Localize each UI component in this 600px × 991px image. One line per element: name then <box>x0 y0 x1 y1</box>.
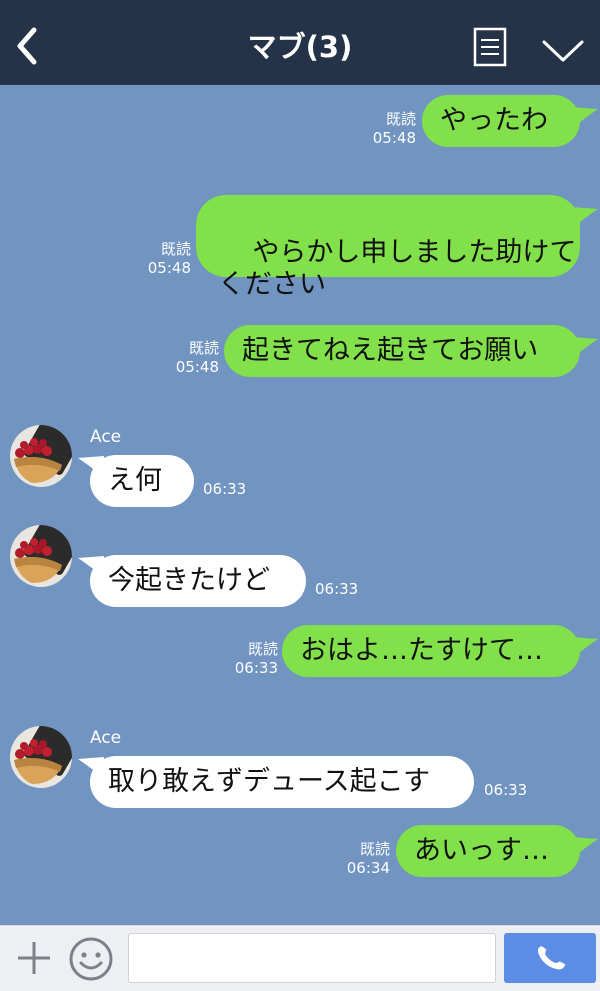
avatar-image <box>10 425 72 487</box>
message-time: 05:48 <box>147 259 191 277</box>
message-time: 05:48 <box>175 358 219 376</box>
message-bubble[interactable]: やらかし申しました助けて ください <box>196 195 580 300</box>
message-time: 06:33 <box>484 781 528 799</box>
avatar[interactable] <box>10 525 72 587</box>
avatar-image <box>10 726 72 788</box>
message-text: やったわ <box>440 105 548 136</box>
chat-area[interactable]: 既読 05:48 やったわ 既読 05:48 やらかし申しました助けて ください… <box>0 85 600 925</box>
message-time: 06:33 <box>315 580 359 598</box>
bubble-tail <box>572 837 598 857</box>
message-input[interactable] <box>128 933 496 983</box>
message-text: おはよ…たすけて… <box>300 635 543 666</box>
message-bubble[interactable]: あいっす… <box>396 825 580 877</box>
bubble-tail <box>572 207 598 227</box>
read-receipt: 既読 <box>247 640 278 658</box>
message-meta: 既読 06:34 <box>334 840 390 878</box>
message-text: あいっす… <box>414 835 549 866</box>
message-bubble[interactable]: 今起きたけど <box>90 555 306 607</box>
message-bubble[interactable]: え何 <box>90 455 194 507</box>
emoji-button[interactable] <box>68 936 114 982</box>
message-text: 起きてねえ起きてお願い <box>242 335 539 366</box>
plus-icon <box>18 942 50 974</box>
message-bubble[interactable]: 取り敢えずデュース起こす <box>90 756 474 808</box>
message-bubble[interactable]: 起きてねえ起きてお願い <box>224 325 580 377</box>
message-text: え何 <box>108 465 162 496</box>
read-receipt: 既読 <box>160 240 191 258</box>
bubble-tail <box>572 107 598 127</box>
message-meta: 既読 06:33 <box>222 640 278 678</box>
chat-header: マブ(3) <box>0 0 600 85</box>
read-receipt: 既読 <box>385 110 416 128</box>
message-time: 06:33 <box>234 659 278 677</box>
read-receipt: 既読 <box>359 840 390 858</box>
smiley-icon <box>69 937 113 981</box>
bubble-tail <box>572 337 598 357</box>
message-input-bar <box>0 925 600 991</box>
message-time: 06:33 <box>203 480 247 498</box>
message-text: 今起きたけど <box>108 565 270 596</box>
chat-title: マブ(3) <box>247 30 353 64</box>
message-bubble[interactable]: やったわ <box>422 95 580 147</box>
call-button[interactable] <box>504 933 596 983</box>
message-text: 取り敢えずデュース起こす <box>108 766 431 797</box>
message-meta: 既読 05:48 <box>135 240 191 278</box>
message-meta: 既読 05:48 <box>163 339 219 377</box>
message-text: やらかし申しました助けて ください <box>218 237 577 300</box>
read-receipt: 既読 <box>188 339 219 357</box>
sender-name: Ace <box>90 728 122 748</box>
sender-name: Ace <box>90 427 122 447</box>
message-bubble[interactable]: おはよ…たすけて… <box>282 625 580 677</box>
notes-button[interactable] <box>472 27 508 67</box>
phone-icon <box>538 946 566 970</box>
bubble-tail <box>572 637 598 657</box>
avatar[interactable] <box>10 425 72 487</box>
add-attachment-button[interactable] <box>14 938 54 978</box>
menu-toggle-button[interactable] <box>540 32 586 68</box>
message-time: 06:34 <box>346 859 390 877</box>
avatar-image <box>10 525 72 587</box>
avatar[interactable] <box>10 726 72 788</box>
notes-icon <box>473 27 507 67</box>
message-time: 05:48 <box>372 129 416 147</box>
chevron-down-icon <box>542 40 584 62</box>
message-meta: 既読 05:48 <box>360 110 416 148</box>
